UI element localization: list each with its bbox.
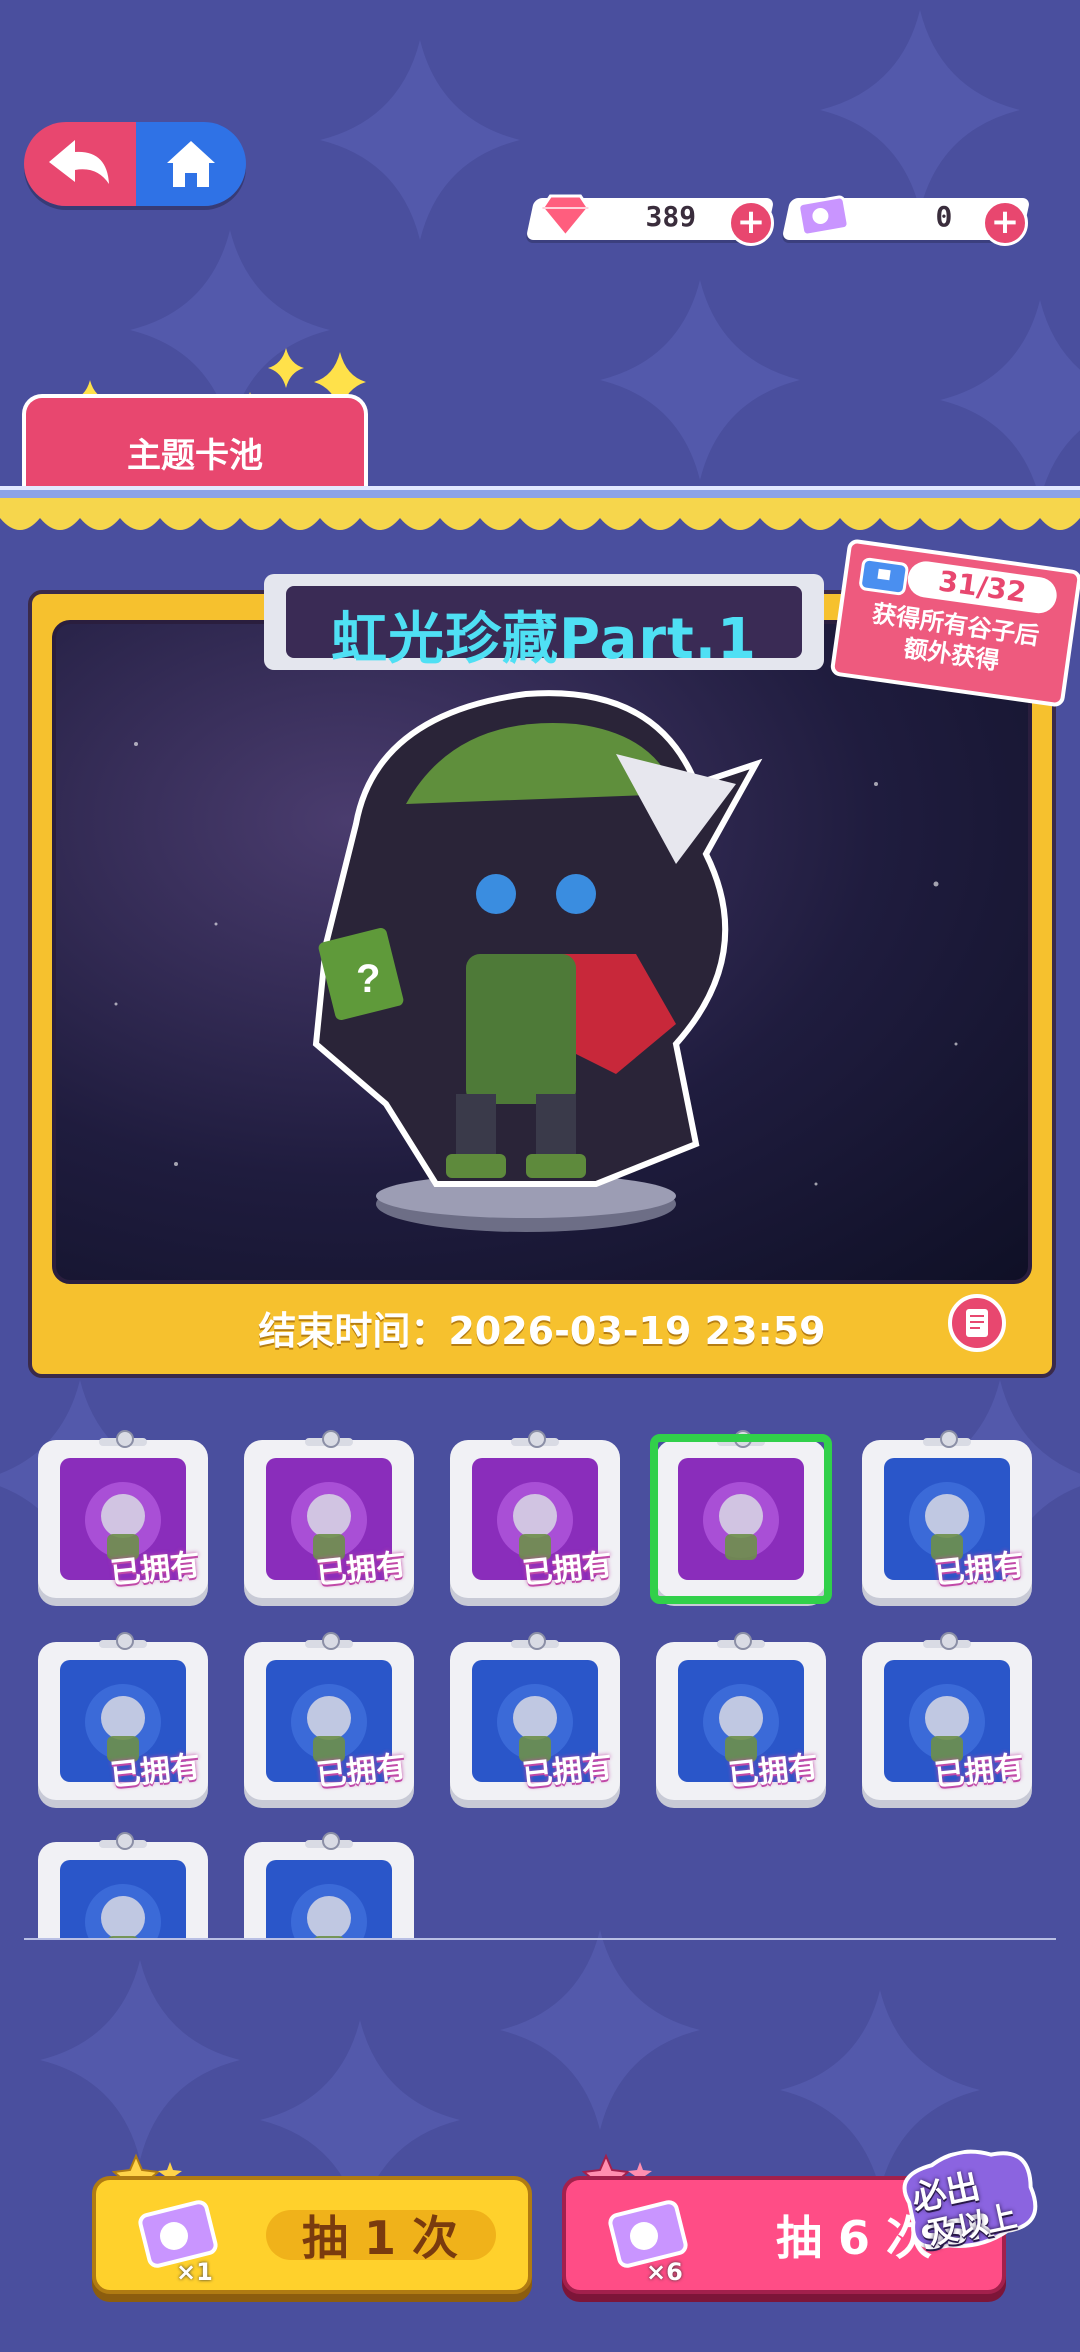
hanger-hook-icon [116,1632,134,1650]
plus-icon: + [990,202,1020,242]
owned-label: 已拥有 [108,1749,202,1794]
owned-label: 已拥有 [932,1547,1026,1592]
grid-divider [24,1938,1056,1940]
owned-label: 已拥有 [520,1547,614,1592]
draw-once-label: 抽 1 次 [301,2211,458,2265]
item-thumbnail [266,1860,392,1940]
collection-item[interactable]: 已拥有 [862,1430,1032,1598]
hanger-hook-icon [734,1632,752,1650]
hanger-hook-icon [116,1430,134,1448]
hanger-hook-icon [322,1430,340,1448]
plus-icon: + [736,202,766,242]
featured-character-artwork: ? [114,690,958,1232]
home-button[interactable] [136,122,246,206]
draw-six-multiplier: ×6 [646,2258,683,2286]
collection-item[interactable]: 已拥有 [450,1632,620,1800]
add-tickets-button[interactable]: + [982,200,1028,246]
hanger-hook-icon [528,1430,546,1448]
owned-label: 已拥有 [108,1547,202,1592]
collection-item[interactable]: 已拥有 [450,1430,620,1598]
home-icon [167,141,215,187]
draw-once-multiplier: ×1 [176,2258,213,2286]
rules-button[interactable] [948,1294,1006,1352]
collection-item[interactable] [244,1832,414,1940]
owned-label: 已拥有 [520,1749,614,1794]
collection-item[interactable]: 已拥有 [38,1430,208,1598]
document-icon [966,1309,988,1337]
add-gems-button[interactable]: + [728,200,774,246]
hanger-hook-icon [322,1832,340,1850]
hanger-hook-icon [940,1430,958,1448]
gem-count: 389 [645,200,697,233]
back-button[interactable] [24,122,136,206]
pool-title: 虹光珍藏Part.1 [331,607,757,672]
back-arrow-icon [49,140,109,184]
owned-label: 已拥有 [932,1749,1026,1794]
owned-label: 已拥有 [726,1749,820,1794]
pool-title-plate: 虹光珍藏Part.1 [264,574,824,672]
collection-item[interactable]: 已拥有 [244,1632,414,1800]
svg-text:?: ? [356,957,380,1001]
hanger-hook-icon [940,1632,958,1650]
wave-divider [0,498,1080,530]
selection-frame [650,1434,832,1604]
pool-banner: ? 虹光珍藏Part.1 结束时间：2026-03-19 23:59 [28,574,1056,1378]
collection-item[interactable] [650,1430,832,1604]
tab-theme-pool[interactable]: 主题卡池 [22,394,368,490]
ticket-icon: ×1 [136,2196,226,2286]
collection-item[interactable]: 已拥有 [656,1632,826,1800]
ticket-icon [796,192,852,242]
hanger-hook-icon [322,1632,340,1650]
collection-item[interactable] [38,1832,208,1940]
hanger-hook-icon [528,1632,546,1650]
item-thumbnail [60,1860,186,1940]
tab-label: 主题卡池 [127,436,263,476]
collection-item[interactable]: 已拥有 [38,1632,208,1800]
end-time: 结束时间：2026-03-19 23:59 [258,1309,826,1353]
draw-once-button[interactable]: ×1 抽 1 次 [92,2176,532,2294]
hanger-hook-icon [116,1832,134,1850]
ticket-icon: ×6 [606,2196,696,2286]
reward-chest-icon [855,548,913,603]
owned-label: 已拥有 [314,1749,408,1794]
collection-item[interactable]: 已拥有 [244,1430,414,1598]
gem-icon [540,192,591,242]
owned-label: 已拥有 [314,1547,408,1592]
featured-item-display[interactable]: ? [52,620,1032,1284]
ticket-count: 0 [935,200,953,233]
collection-item[interactable]: 已拥有 [862,1632,1032,1800]
collection-grid: 已拥有 已拥有 已拥有 已拥有 已拥有 已拥有 已拥有 已拥有 已拥有 [0,1410,1080,1940]
nav-button-group [24,122,246,206]
